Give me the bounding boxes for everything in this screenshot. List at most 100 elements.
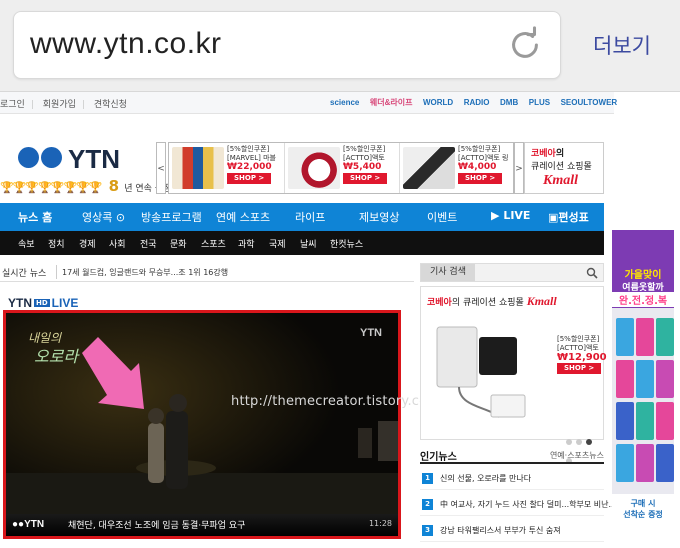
schedule-icon: ▣	[548, 211, 559, 224]
ytn-logo[interactable]: YTN	[18, 144, 138, 174]
ad-prev-arrow-icon[interactable]: <	[156, 142, 166, 194]
side-ad-top: 가을맞이 여름옷할까 완.전.정.복	[612, 230, 674, 308]
nav-news-home[interactable]: 뉴스 홈	[18, 209, 52, 225]
more-button[interactable]: 더보기	[593, 30, 651, 60]
ad-product-image	[403, 147, 455, 189]
dmb-link[interactable]: DMB	[500, 98, 518, 107]
search-icon[interactable]	[586, 267, 598, 279]
detergent-image	[616, 402, 634, 440]
entertainment-sports-tab[interactable]: 연예·스포츠뉴스	[550, 450, 604, 461]
news-title[interactable]: 中 여교사, 자기 누드 사진 찰다 덜미...학부모 비난...	[440, 499, 616, 510]
subnav-society[interactable]: 사회	[109, 237, 126, 250]
rank-badge: 2	[422, 499, 433, 510]
login-link[interactable]: 로그인	[0, 100, 25, 110]
nav-programs[interactable]: 방송프로그램	[141, 209, 202, 225]
bigad-price: ₩12,900	[557, 352, 607, 363]
url-text[interactable]: www.ytn.co.kr	[30, 27, 222, 61]
bigad-logo: Kmall	[526, 294, 557, 308]
news-title[interactable]: 신의 선물, 오로라를 만나다	[440, 473, 531, 484]
world-link[interactable]: WORLD	[423, 98, 453, 107]
ticker-label: 실시간 뉴스	[2, 269, 47, 279]
live-tv-icon: ▶	[491, 209, 500, 222]
detergent-image	[616, 360, 634, 398]
subnav-weather[interactable]: 날씨	[300, 237, 317, 250]
seoultower-link[interactable]: SEOULTOWER	[561, 98, 618, 107]
subnav-national[interactable]: 전국	[140, 237, 157, 250]
rank-badge: 3	[422, 525, 433, 536]
program-logo-line2: 오로라	[34, 349, 79, 366]
shop-button[interactable]: SHOP >	[227, 173, 272, 184]
ad-carousel: [5%할인쿠폰] [MARVEL] 마블 ₩22,000 SHOP > [5%할…	[168, 142, 514, 194]
side-ad-banner[interactable]: 가을맞이 여름옷할까 완.전.정.복 구매 시 선착순 증정	[612, 230, 674, 548]
header-row: YTN 🏆🏆🏆🏆🏆🏆🏆🏆 8 년 연속 공정성 1위 < [5%할인쿠폰] [M…	[0, 140, 614, 198]
utility-bar: 로그인 | 회원가입 | 견학신청 science 웨더&라이프 WORLD RAD…	[0, 92, 617, 114]
rank-badge: 1	[422, 473, 433, 484]
video-time: 11:28	[368, 519, 392, 528]
nav-life[interactable]: 라이프	[295, 209, 325, 225]
subnav-politics[interactable]: 정치	[48, 237, 65, 250]
side-ad-bottom: 구매 시 선착순 증정	[612, 494, 674, 548]
shop-button[interactable]: SHOP >	[458, 173, 503, 184]
list-item[interactable]: 1 신의 선물, 오로라를 만나다	[420, 468, 604, 490]
nav-events[interactable]: 이벤트	[427, 209, 457, 225]
ad-next-arrow-icon[interactable]: >	[514, 142, 524, 194]
subnav-economy[interactable]: 경제	[79, 237, 96, 250]
right-ad-banner[interactable]: 코베아의 큐레이션 쇼핑몰 Kmall [5%할인쿠폰] [ACTTO]액토 ₩…	[420, 286, 607, 464]
bigad-shop-button[interactable]: SHOP >	[557, 363, 602, 374]
live-video-player[interactable]: 내일의 오로라 YTN ●●YTN 채현단, 대우조선 노조에 임금 동결·무파…	[3, 310, 401, 539]
side-ad-line3: 완.전.정.복	[612, 292, 674, 307]
nav-video[interactable]: 영상콕 ⊙	[82, 209, 125, 225]
ad-product-image	[288, 147, 340, 189]
nav-report[interactable]: 제보영상	[359, 209, 399, 225]
tour-link[interactable]: 견학신청	[94, 100, 127, 110]
ticker-headline[interactable]: 17세 월드컵, 잉글랜드와 무승부...조 1위 16강행	[62, 267, 228, 278]
ad-price: ₩5,400	[343, 162, 382, 172]
list-item[interactable]: 2 中 여교사, 자기 누드 사진 찰다 덜미...학부모 비난...	[420, 494, 616, 516]
popular-news-title: 인기뉴스	[420, 452, 457, 463]
list-item[interactable]: 3 강남 타워팰리스서 부부가 투신 숨져	[420, 520, 604, 542]
plus-link[interactable]: PLUS	[529, 98, 550, 107]
ad-tag: [5%할인쿠폰]	[227, 145, 270, 153]
subnav-sports[interactable]: 스포츠	[201, 237, 226, 250]
award-number: 8	[108, 177, 120, 195]
kmall-brand: 코베아	[531, 149, 556, 159]
logo-word: YTN	[68, 144, 120, 174]
news-title[interactable]: 강남 타워팰리스서 부부가 투신 숨져	[440, 525, 561, 536]
lower-third-brand: ●●YTN	[12, 519, 45, 530]
ad-item[interactable]: [5%할인쿠폰] [ACTTO]액토 링 ₩4,000 SHOP >	[399, 143, 514, 193]
kmall-banner[interactable]: 코베아의 큐레이션 쇼핑몰 Kmall	[524, 142, 604, 194]
shop-button[interactable]: SHOP >	[343, 173, 388, 184]
signup-link[interactable]: 회원가입	[43, 100, 76, 110]
sub-nav: 속보 정치 경제 사회 전국 문화 스포츠 과학 국제 날씨 한컷뉴스	[0, 231, 604, 255]
nav-video-label: 영상콕	[82, 211, 113, 224]
carousel-dot[interactable]	[566, 439, 572, 445]
subnav-world[interactable]: 국제	[269, 237, 286, 250]
science-link[interactable]: science	[330, 98, 359, 107]
ad-item[interactable]: [5%할인쿠폰] [MARVEL] 마블 ₩22,000 SHOP >	[169, 143, 284, 193]
carousel-dot[interactable]	[576, 439, 582, 445]
detergent-image	[656, 444, 674, 482]
popular-news-header: 인기뉴스 연예·스포츠뉴스	[420, 446, 604, 464]
carousel-dot-active[interactable]	[586, 439, 592, 445]
subnav-breaking[interactable]: 속보	[18, 237, 35, 250]
article-search[interactable]: 기사 검색	[420, 263, 604, 282]
subnav-photo-news[interactable]: 한컷뉴스	[330, 237, 363, 250]
bigad-text: 의 큐레이션 쇼핑몰	[451, 298, 524, 308]
kmall-subtitle: 큐레이션 쇼핑몰	[531, 162, 592, 172]
nav-live[interactable]: ▶ LIVE	[491, 209, 530, 222]
subnav-culture[interactable]: 문화	[170, 237, 187, 250]
radio-link[interactable]: RADIO	[464, 98, 490, 107]
weather-life-link[interactable]: 웨더&라이프	[370, 98, 413, 107]
reload-icon[interactable]	[506, 26, 544, 64]
address-bar[interactable]: www.ytn.co.kr	[13, 11, 561, 79]
detergent-image	[636, 318, 654, 356]
detergent-image	[656, 318, 674, 356]
kmall-suffix: 의	[555, 149, 565, 159]
nav-entertainment[interactable]: 연예 스포츠	[216, 209, 270, 225]
side-ad-bottom-line2: 선착순 증정	[623, 510, 663, 519]
kmall-logo: Kmall	[543, 173, 579, 188]
nav-schedule[interactable]: ▣편성표	[548, 209, 589, 225]
ad-item[interactable]: [5%할인쿠폰] [ACTTO]액토 ₩5,400 SHOP >	[284, 143, 399, 193]
subnav-science[interactable]: 과학	[238, 237, 255, 250]
nav-schedule-label: 편성표	[558, 211, 589, 224]
